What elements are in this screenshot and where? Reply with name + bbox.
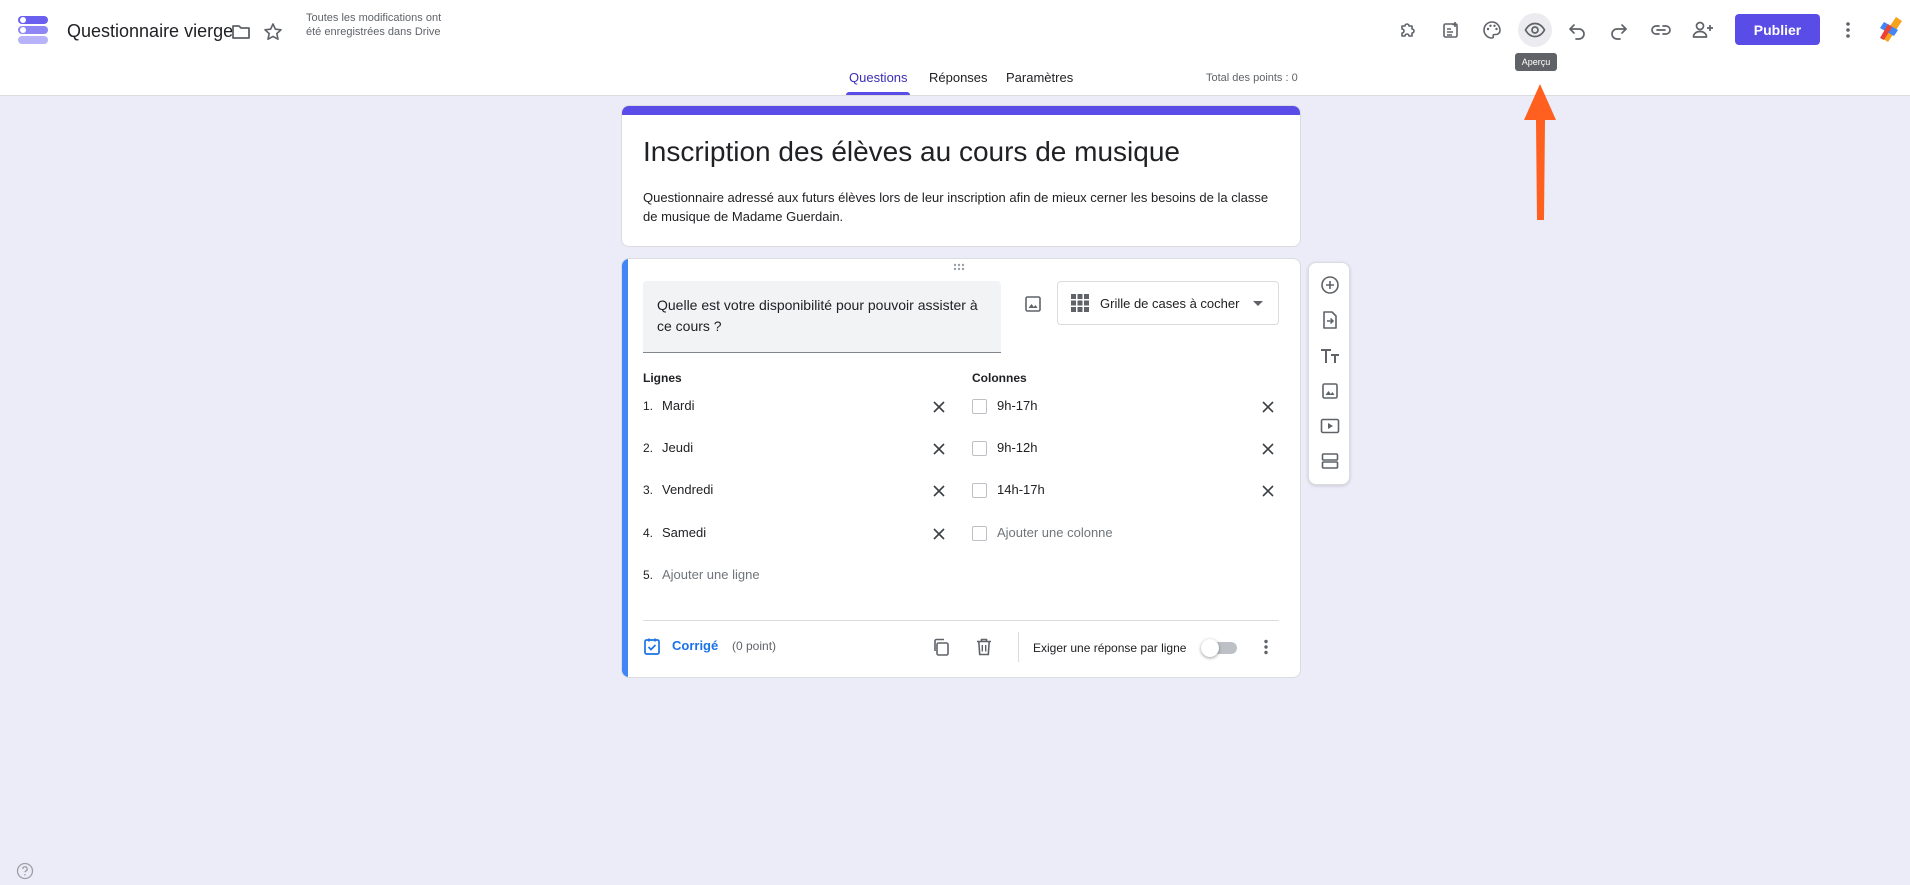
row-label[interactable]: Vendredi [662, 482, 713, 497]
grid-row[interactable]: 3. Vendredi [643, 479, 943, 503]
remove-row-close-icon[interactable] [929, 439, 949, 459]
extension-logo-icon[interactable] [1878, 16, 1904, 44]
require-response-label: Exiger une réponse par ligne [1033, 641, 1187, 655]
question-text-input[interactable]: Quelle est votre disponibilité pour pouv… [643, 281, 1001, 353]
annotation-arrow-icon [1520, 82, 1560, 222]
redo-icon[interactable] [1602, 13, 1636, 47]
checkbox-icon [972, 441, 987, 456]
delete-trash-icon[interactable] [972, 635, 996, 659]
answer-key-icon[interactable] [642, 636, 662, 656]
add-section-icon[interactable] [1318, 449, 1342, 473]
rows-heading: Lignes [643, 371, 682, 385]
drag-handle-icon[interactable] [953, 263, 969, 271]
undo-icon[interactable] [1560, 13, 1594, 47]
preview-tooltip: Aperçu [1515, 53, 1557, 71]
remove-row-close-icon[interactable] [929, 524, 949, 544]
form-title-card[interactable]: Inscription des élèves au cours de musiq… [621, 105, 1301, 247]
dropdown-caret-icon [1253, 301, 1263, 306]
question-type-label: Grille de cases à cocher [1100, 296, 1240, 311]
add-image-icon[interactable] [1318, 379, 1342, 403]
checkbox-icon [972, 483, 987, 498]
app-header: Questionnaire vierge Toutes les modifica… [0, 0, 1910, 96]
row-label[interactable]: Mardi [662, 398, 695, 413]
remove-column-close-icon[interactable] [1258, 481, 1278, 501]
title-card-accent-band [622, 106, 1300, 115]
add-row[interactable]: 5. Ajouter une ligne [643, 564, 943, 588]
folder-icon[interactable] [228, 19, 254, 45]
tab-settings[interactable]: Paramètres [1006, 70, 1073, 97]
addons-icon[interactable] [1391, 13, 1425, 47]
customize-theme-sheet-icon[interactable] [1434, 13, 1468, 47]
points-value: (0 point) [732, 639, 777, 653]
star-icon[interactable] [260, 19, 286, 45]
total-points: Total des points : 0 [1206, 72, 1298, 84]
question-type-dropdown[interactable]: Grille de cases à cocher [1057, 281, 1279, 325]
duplicate-icon[interactable] [929, 635, 953, 659]
question-card[interactable]: Quelle est votre disponibilité pour pouv… [621, 258, 1301, 678]
tab-responses[interactable]: Réponses [929, 70, 988, 97]
grid-row[interactable]: 2. Jeudi [643, 437, 943, 461]
add-collaborator-icon[interactable] [1686, 13, 1720, 47]
help-icon[interactable] [16, 862, 34, 880]
column-label[interactable]: 14h-17h [997, 482, 1045, 497]
forms-logo-icon[interactable] [18, 15, 48, 45]
checkbox-grid-icon [1070, 293, 1090, 313]
row-label[interactable]: Jeudi [662, 440, 693, 455]
checkbox-icon [972, 399, 987, 414]
grid-row[interactable]: 1. Mardi [643, 395, 943, 419]
question-card-accent [622, 259, 628, 677]
save-status: Toutes les modifications ont été enregis… [306, 12, 442, 38]
column-label[interactable]: 9h-17h [997, 398, 1037, 413]
columns-heading: Colonnes [972, 371, 1027, 385]
remove-row-close-icon[interactable] [929, 481, 949, 501]
grid-column[interactable]: 14h-17h [972, 479, 1222, 503]
add-question-icon[interactable] [1318, 273, 1342, 297]
form-description[interactable]: Questionnaire adressé aux futurs élèves … [643, 188, 1283, 226]
add-video-icon[interactable] [1318, 414, 1342, 438]
require-response-toggle[interactable] [1201, 639, 1237, 657]
row-number: 1. [643, 399, 654, 413]
column-label[interactable]: 9h-12h [997, 440, 1037, 455]
add-column[interactable]: Ajouter une colonne [972, 522, 1222, 546]
add-title-text-icon[interactable] [1318, 344, 1342, 368]
remove-row-close-icon[interactable] [929, 397, 949, 417]
remove-column-close-icon[interactable] [1258, 439, 1278, 459]
add-row-label[interactable]: Ajouter une ligne [662, 567, 760, 582]
palette-icon[interactable] [1475, 13, 1509, 47]
grid-column[interactable]: 9h-17h [972, 395, 1222, 419]
row-number: 2. [643, 441, 654, 455]
floating-side-toolbar [1308, 262, 1350, 485]
add-column-label[interactable]: Ajouter une colonne [997, 525, 1113, 540]
row-number: 5. [643, 568, 654, 582]
toggle-knob [1201, 639, 1219, 657]
active-tab-indicator [846, 92, 910, 95]
grid-column[interactable]: 9h-12h [972, 437, 1222, 461]
row-number: 4. [643, 526, 654, 540]
card-footer-divider [643, 620, 1279, 621]
grid-row[interactable]: 4. Samedi [643, 522, 943, 546]
link-icon[interactable] [1644, 13, 1678, 47]
document-title[interactable]: Questionnaire vierge [67, 21, 233, 42]
more-vert-icon[interactable] [1831, 13, 1865, 47]
add-image-icon[interactable] [1018, 289, 1048, 319]
footer-vertical-divider [1018, 632, 1019, 662]
question-more-vert-icon[interactable] [1254, 635, 1278, 659]
checkbox-icon [972, 526, 987, 541]
row-number: 3. [643, 483, 654, 497]
import-questions-icon[interactable] [1318, 308, 1342, 332]
answer-key-link[interactable]: Corrigé [672, 638, 718, 653]
form-title[interactable]: Inscription des élèves au cours de musiq… [643, 136, 1180, 168]
preview-eye-icon[interactable] [1518, 13, 1552, 47]
publish-button[interactable]: Publier [1735, 14, 1820, 45]
row-label[interactable]: Samedi [662, 525, 706, 540]
remove-column-close-icon[interactable] [1258, 397, 1278, 417]
